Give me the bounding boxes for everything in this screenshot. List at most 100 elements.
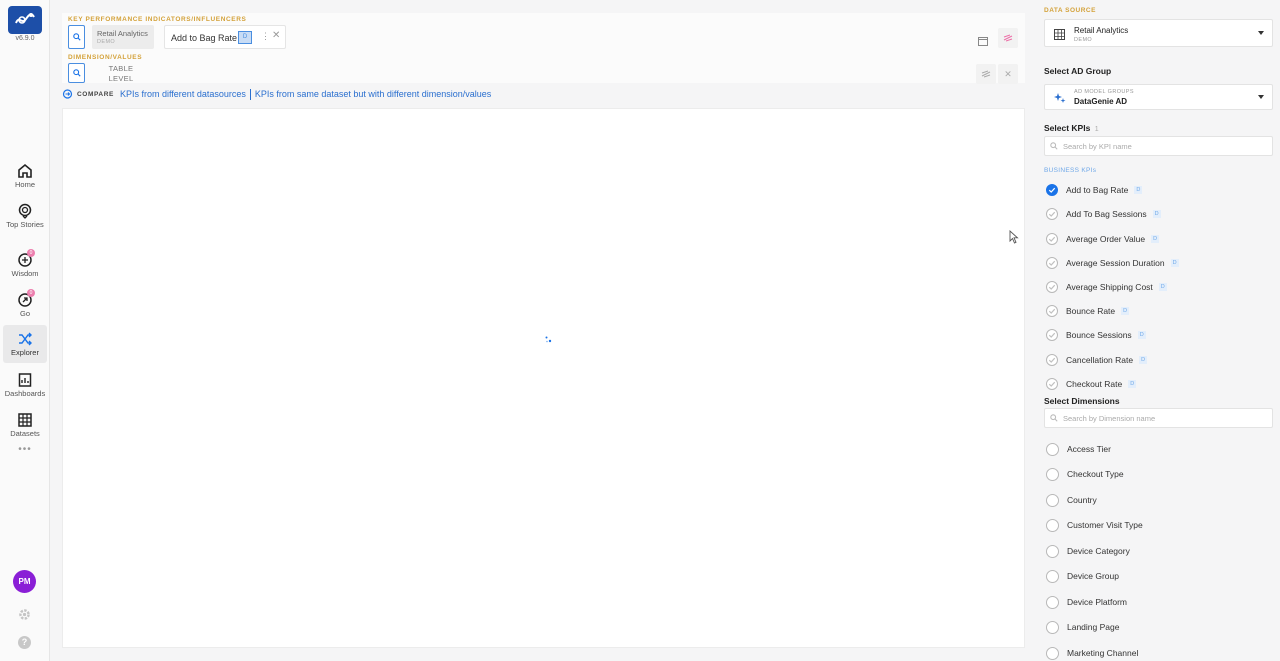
calendar-icon <box>978 37 988 46</box>
dimension-clear-button[interactable]: ✕ <box>998 64 1018 84</box>
explorer-canvas <box>62 108 1025 648</box>
kpi-chip-tag[interactable]: D <box>238 31 252 44</box>
radio-icon[interactable] <box>1046 544 1059 558</box>
ad-group-title: Select AD Group <box>1044 66 1112 76</box>
datasource-chip[interactable]: Retail Analytics DEMO <box>92 25 154 49</box>
unchecked-circle-icon[interactable] <box>1046 281 1058 293</box>
dimension-option[interactable]: Access Tier <box>1046 442 1111 456</box>
checked-circle-icon[interactable] <box>1046 184 1058 196</box>
compare-row: COMPARE KPIs from different datasources … <box>62 88 491 100</box>
dimension-option[interactable]: Checkout Type <box>1046 467 1124 481</box>
radio-icon[interactable] <box>1046 518 1059 532</box>
radio-icon[interactable] <box>1046 569 1059 583</box>
dimension-option-label: Country <box>1067 495 1097 505</box>
nav-more[interactable]: ••• <box>0 444 50 455</box>
user-avatar[interactable]: PM <box>13 570 36 593</box>
kpi-search-button[interactable] <box>68 25 85 49</box>
app-logo[interactable] <box>8 6 42 34</box>
radio-icon[interactable] <box>1046 646 1059 660</box>
kpi-option[interactable]: Average Shipping Cost D <box>1046 280 1167 294</box>
nav-wisdom[interactable]: 0 Wisdom <box>3 249 47 287</box>
kpi-option-label: Average Shipping Cost <box>1066 282 1153 292</box>
compare-dimensions-link[interactable]: KPIs from same dataset but with differen… <box>255 89 491 99</box>
shuffle-icon <box>19 332 32 346</box>
kpi-option-label: Bounce Rate <box>1066 306 1116 316</box>
nav-go-label: Go <box>19 309 30 318</box>
kpi-filter-button[interactable] <box>998 28 1018 48</box>
radio-icon[interactable] <box>1046 442 1059 456</box>
dimension-option[interactable]: Marketing Channel <box>1046 646 1138 660</box>
nav-wisdom-label: Wisdom <box>11 269 39 278</box>
radio-icon[interactable] <box>1046 493 1059 507</box>
ad-group-select[interactable]: AD MODEL GROUPS DataGenie AD <box>1044 84 1273 110</box>
nav-go[interactable]: 0 Go <box>3 289 47 327</box>
dimension-filter-button[interactable] <box>976 64 996 84</box>
dimension-option[interactable]: Country <box>1046 493 1097 507</box>
kpi-option-label: Bounce Sessions <box>1066 330 1132 340</box>
help-button[interactable]: ? <box>18 636 31 649</box>
unchecked-circle-icon[interactable] <box>1046 329 1058 341</box>
chevron-down-icon <box>1258 31 1264 35</box>
nav-explorer[interactable]: Explorer <box>3 325 47 363</box>
kpi-option-tag: D <box>1137 331 1146 339</box>
radio-icon[interactable] <box>1046 467 1059 481</box>
data-source-sub: DEMO <box>1074 37 1093 43</box>
nav-home[interactable]: Home <box>3 160 47 198</box>
unchecked-circle-icon[interactable] <box>1046 233 1058 245</box>
unchecked-circle-icon[interactable] <box>1046 305 1058 317</box>
unchecked-circle-icon[interactable] <box>1046 208 1058 220</box>
dimension-search-button[interactable] <box>68 63 85 83</box>
kpi-option[interactable]: Add To Bag Sessions D <box>1046 207 1161 221</box>
kpi-option-tag: D <box>1121 307 1130 315</box>
data-source-name: Retail Analytics <box>1074 26 1129 35</box>
unchecked-circle-icon[interactable] <box>1046 378 1058 390</box>
radio-icon[interactable] <box>1046 620 1059 634</box>
kpi-option[interactable]: Bounce Rate D <box>1046 304 1130 318</box>
kpi-chip-more-icon[interactable]: ⋮ <box>261 31 270 42</box>
calendar-button[interactable] <box>978 33 988 51</box>
kpi-option-tag: D <box>1151 235 1160 243</box>
go-badge: 0 <box>27 289 35 297</box>
dimension-search-input[interactable]: Search by Dimension name <box>1044 408 1273 428</box>
nav-datasets-label: Datasets <box>10 429 40 438</box>
datasets-icon <box>18 413 32 427</box>
ad-group-name: DataGenie AD <box>1074 97 1128 106</box>
kpi-option[interactable]: Bounce Sessions D <box>1046 328 1146 342</box>
kpi-option-tag: D <box>1152 210 1161 218</box>
kpi-search-input[interactable]: Search by KPI name <box>1044 136 1273 156</box>
kpi-option[interactable]: Average Session Duration D <box>1046 256 1179 270</box>
dashboards-icon <box>18 373 32 387</box>
compare-datasources-link[interactable]: KPIs from different datasources <box>120 89 246 99</box>
dimension-option[interactable]: Landing Page <box>1046 620 1119 634</box>
nav-top-stories[interactable]: Top Stories <box>3 200 47 238</box>
business-kpis-label: BUSINESS KPIs <box>1044 167 1097 174</box>
radio-icon[interactable] <box>1046 595 1059 609</box>
kpi-option-tag: D <box>1158 283 1167 291</box>
dimension-section-title: DIMENSION/VALUES <box>68 54 143 61</box>
dimension-option[interactable]: Device Category <box>1046 544 1130 558</box>
kpi-option[interactable]: Checkout Rate D <box>1046 377 1137 391</box>
nav-dashboards[interactable]: Dashboards <box>3 369 47 407</box>
select-kpis-title: Select KPIs 1 <box>1044 123 1099 133</box>
gear-icon <box>19 609 30 620</box>
search-icon <box>1050 142 1058 150</box>
question-icon: ? <box>21 637 28 647</box>
unchecked-circle-icon[interactable] <box>1046 257 1058 269</box>
dimension-option[interactable]: Device Group <box>1046 569 1119 583</box>
kpi-option[interactable]: Average Order Value D <box>1046 232 1160 246</box>
kpi-option[interactable]: Cancellation Rate D <box>1046 353 1148 367</box>
filter-icon <box>1003 34 1013 42</box>
dimension-option[interactable]: Customer Visit Type <box>1046 518 1143 532</box>
data-source-select[interactable]: Retail Analytics DEMO <box>1044 19 1273 47</box>
datasource-chip-sub: DEMO <box>97 39 116 45</box>
search-icon <box>72 33 81 41</box>
compare-divider <box>249 88 251 100</box>
nav-datasets[interactable]: Datasets <box>3 409 47 447</box>
dimension-option[interactable]: Device Platform <box>1046 595 1127 609</box>
kpi-option[interactable]: Add to Bag Rate D <box>1046 183 1143 197</box>
settings-button[interactable] <box>18 608 31 626</box>
unchecked-circle-icon[interactable] <box>1046 354 1058 366</box>
kpi-chip-close-icon[interactable]: ✕ <box>272 30 280 41</box>
kpi-chip[interactable]: Add to Bag Rate D ⋮ ✕ <box>164 25 286 49</box>
kpi-option-tag: D <box>1139 356 1148 364</box>
